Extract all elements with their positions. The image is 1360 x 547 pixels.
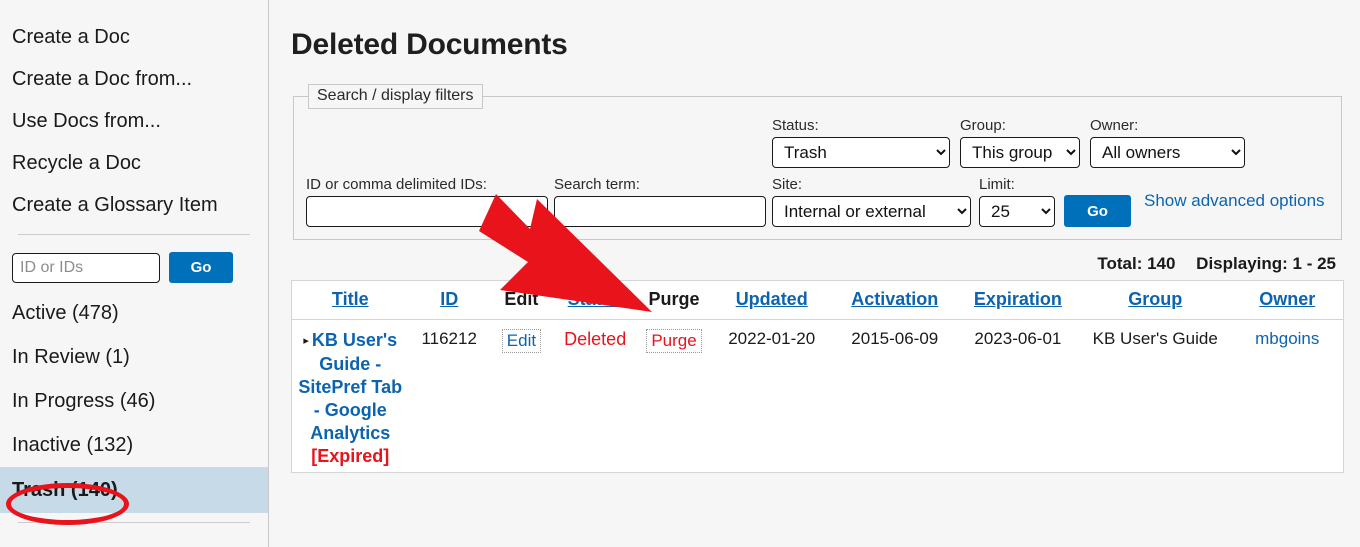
sidebar-id-lookup: Go bbox=[0, 235, 268, 291]
limit-select[interactable]: 25 bbox=[979, 196, 1055, 227]
filter-id-group: ID or comma delimited IDs: bbox=[306, 176, 548, 227]
filter-site-label: Site: bbox=[772, 176, 803, 193]
owner-link[interactable]: mbgoins bbox=[1255, 329, 1319, 348]
col-edit: Edit bbox=[489, 280, 553, 320]
sidebar-item-create-a-doc[interactable]: Create a Doc bbox=[0, 16, 268, 58]
purge-button[interactable]: Purge bbox=[646, 329, 702, 353]
status-badge: Deleted bbox=[564, 329, 627, 349]
id-or-ids-input[interactable] bbox=[12, 252, 160, 283]
col-status: Status bbox=[552, 280, 638, 320]
sort-updated-link[interactable]: Updated bbox=[736, 289, 808, 309]
sort-status-link[interactable]: Status bbox=[568, 289, 623, 309]
cell-purge: Purge bbox=[637, 320, 710, 473]
cell-expiration: 2023-06-01 bbox=[974, 329, 1062, 348]
document-title-link[interactable]: KB User's Guide - SitePref Tab - Google … bbox=[298, 330, 402, 443]
sidebar-item-in-progress[interactable]: In Progress (46) bbox=[0, 379, 268, 423]
sidebar-item-recycle-a-doc[interactable]: Recycle a Doc bbox=[0, 142, 268, 184]
sidebar-item-use-docs-from[interactable]: Use Docs from... bbox=[0, 100, 268, 142]
group-select[interactable]: This group bbox=[960, 137, 1080, 168]
filters-legend: Search / display filters bbox=[308, 84, 483, 109]
total-count: Total: 140 bbox=[1097, 254, 1176, 273]
result-totals: Total: 140 Displaying: 1 - 25 bbox=[291, 254, 1336, 274]
sidebar: Create a Doc Create a Doc from... Use Do… bbox=[0, 0, 269, 547]
filter-owner-label: Owner: bbox=[1090, 117, 1139, 134]
col-edit-label: Edit bbox=[504, 289, 539, 309]
filter-selects-block: Status: Trash Group: This group Owner: A… bbox=[772, 117, 1325, 227]
search-display-filters: Search / display filters ID or comma del… bbox=[293, 84, 1342, 240]
filter-id-input[interactable] bbox=[306, 196, 548, 227]
expired-badge: [Expired] bbox=[311, 446, 390, 467]
sidebar-go-button[interactable]: Go bbox=[169, 252, 233, 283]
col-owner: Owner bbox=[1231, 280, 1344, 320]
cell-group: KB User's Guide bbox=[1092, 329, 1218, 348]
expand-triangle-icon[interactable]: ▸ bbox=[303, 335, 309, 347]
filter-status-group: Status: Trash bbox=[772, 117, 950, 168]
col-id: ID bbox=[408, 280, 490, 320]
cell-status: Deleted bbox=[553, 320, 637, 473]
cell-updated: 2022-01-20 bbox=[728, 329, 816, 348]
col-purge-label: Purge bbox=[648, 289, 700, 309]
cell-activation: 2015-06-09 bbox=[851, 329, 939, 348]
table-header-row: Title ID Edit Status Purge Updated Activ… bbox=[291, 280, 1344, 320]
cell-owner: mbgoins bbox=[1232, 320, 1344, 473]
sort-owner-link[interactable]: Owner bbox=[1259, 289, 1315, 309]
col-expiration: Expiration bbox=[956, 280, 1079, 320]
filter-site-group: Site: Internal or external bbox=[772, 176, 971, 227]
sort-activation-link[interactable]: Activation bbox=[851, 289, 938, 309]
sort-title-link[interactable]: Title bbox=[332, 289, 369, 309]
filter-owner-group: Owner: All owners bbox=[1090, 117, 1245, 168]
filter-search-group: Search term: bbox=[554, 176, 766, 227]
edit-button[interactable]: Edit bbox=[501, 329, 542, 353]
filter-search-label: Search term: bbox=[554, 176, 640, 193]
filter-id-label: ID or comma delimited IDs: bbox=[306, 176, 487, 193]
filters-go-button[interactable]: Go bbox=[1064, 195, 1131, 227]
site-select[interactable]: Internal or external bbox=[772, 196, 971, 227]
main-content: Deleted Documents Search / display filte… bbox=[269, 0, 1360, 547]
col-updated: Updated bbox=[710, 280, 833, 320]
sort-id-link[interactable]: ID bbox=[440, 289, 458, 309]
sidebar-item-in-review[interactable]: In Review (1) bbox=[0, 335, 268, 379]
status-select[interactable]: Trash bbox=[772, 137, 950, 168]
sort-group-link[interactable]: Group bbox=[1128, 289, 1182, 309]
filters-row: ID or comma delimited IDs: Search term: … bbox=[306, 117, 1329, 227]
sidebar-item-inactive[interactable]: Inactive (132) bbox=[0, 423, 268, 467]
col-title: Title bbox=[291, 280, 409, 320]
cell-edit: Edit bbox=[490, 320, 553, 473]
search-input[interactable] bbox=[554, 196, 766, 227]
filter-group-label: Group: bbox=[960, 117, 1006, 134]
page-title: Deleted Documents bbox=[291, 28, 568, 61]
sidebar-item-create-a-doc-from[interactable]: Create a Doc from... bbox=[0, 58, 268, 100]
displaying-range: Displaying: 1 - 25 bbox=[1196, 254, 1336, 273]
filter-group-group: Group: This group bbox=[960, 117, 1080, 168]
sidebar-divider-bottom bbox=[18, 522, 250, 523]
app-page: Create a Doc Create a Doc from... Use Do… bbox=[0, 0, 1360, 547]
owner-select[interactable]: All owners bbox=[1090, 137, 1245, 168]
filter-limit-label: Limit: bbox=[979, 176, 1015, 193]
filter-limit-group: Limit: 25 bbox=[979, 176, 1055, 227]
documents-table: Title ID Edit Status Purge Updated Activ… bbox=[291, 280, 1344, 474]
cell-title: ▸ KB User's Guide - SitePref Tab - Google… bbox=[292, 320, 409, 473]
table-row: ▸ KB User's Guide - SitePref Tab - Google… bbox=[292, 320, 1344, 473]
col-purge: Purge bbox=[637, 280, 711, 320]
cell-id: 116212 bbox=[421, 329, 477, 348]
sidebar-item-active[interactable]: Active (478) bbox=[0, 291, 268, 335]
col-activation: Activation bbox=[832, 280, 957, 320]
col-group: Group bbox=[1078, 280, 1232, 320]
show-advanced-options-link[interactable]: Show advanced options bbox=[1144, 191, 1325, 212]
sidebar-item-create-a-glossary-item[interactable]: Create a Glossary Item bbox=[0, 184, 268, 226]
sidebar-item-trash[interactable]: Trash (140) bbox=[0, 467, 268, 513]
sort-expiration-link[interactable]: Expiration bbox=[974, 289, 1062, 309]
filter-status-label: Status: bbox=[772, 117, 819, 134]
